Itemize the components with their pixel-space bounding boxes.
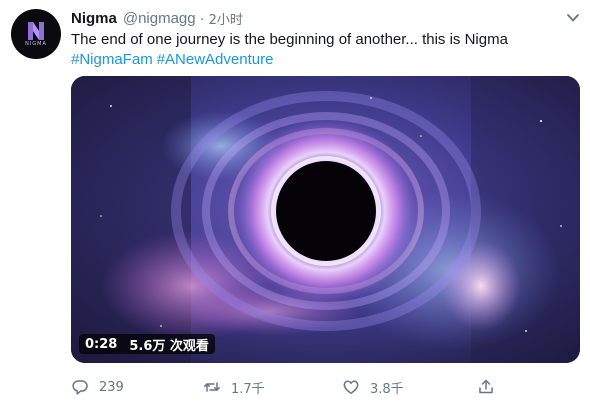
hashtags: #NigmaFam #ANewAdventure [71, 50, 581, 70]
like-button[interactable]: 3.8千 [342, 376, 404, 398]
like-icon [343, 380, 359, 395]
tweet[interactable]: NIGMA Nigma @nigmagg · 2小时 The end of on… [0, 0, 590, 403]
share-icon [479, 379, 493, 394]
author-handle[interactable]: @nigmagg [123, 10, 196, 27]
separator-dot: · [199, 9, 205, 27]
more-options-button[interactable] [565, 11, 581, 25]
hashtag-nigmafam[interactable]: #NigmaFam [71, 51, 153, 68]
share-button[interactable] [477, 376, 495, 398]
retweet-button[interactable]: 1.7千 [203, 376, 265, 398]
like-count: 3.8千 [370, 381, 404, 397]
tweet-header: Nigma @nigmagg · 2小时 [71, 9, 243, 28]
avatar[interactable]: NIGMA [11, 9, 61, 59]
avatar-logo-text: NIGMA [25, 41, 47, 47]
nigma-logo-icon [28, 22, 44, 40]
video-info-badge: 0:28 5.6万 次观看 [79, 334, 215, 354]
reply-icon [72, 380, 88, 395]
tweet-body: The end of one journey is the beginning … [71, 31, 508, 48]
hashtag-anewadventure[interactable]: #ANewAdventure [157, 51, 274, 68]
retweet-count: 1.7千 [231, 381, 265, 397]
black-hole-video-thumbnail [71, 76, 580, 363]
video-duration: 0:28 [85, 336, 118, 352]
tweet-time[interactable]: 2小时 [209, 9, 243, 28]
reply-button[interactable]: 239 [71, 376, 124, 398]
author-name[interactable]: Nigma [71, 10, 117, 27]
video-player[interactable] [71, 76, 580, 363]
video-views: 5.6万 次观看 [129, 338, 209, 354]
tweet-actions: 239 1.7千 3.8千 [71, 376, 501, 398]
reply-count: 239 [99, 379, 124, 395]
tweet-text: The end of one journey is the beginning … [71, 30, 581, 70]
retweet-icon [204, 382, 220, 392]
chevron-down-icon [567, 14, 579, 22]
